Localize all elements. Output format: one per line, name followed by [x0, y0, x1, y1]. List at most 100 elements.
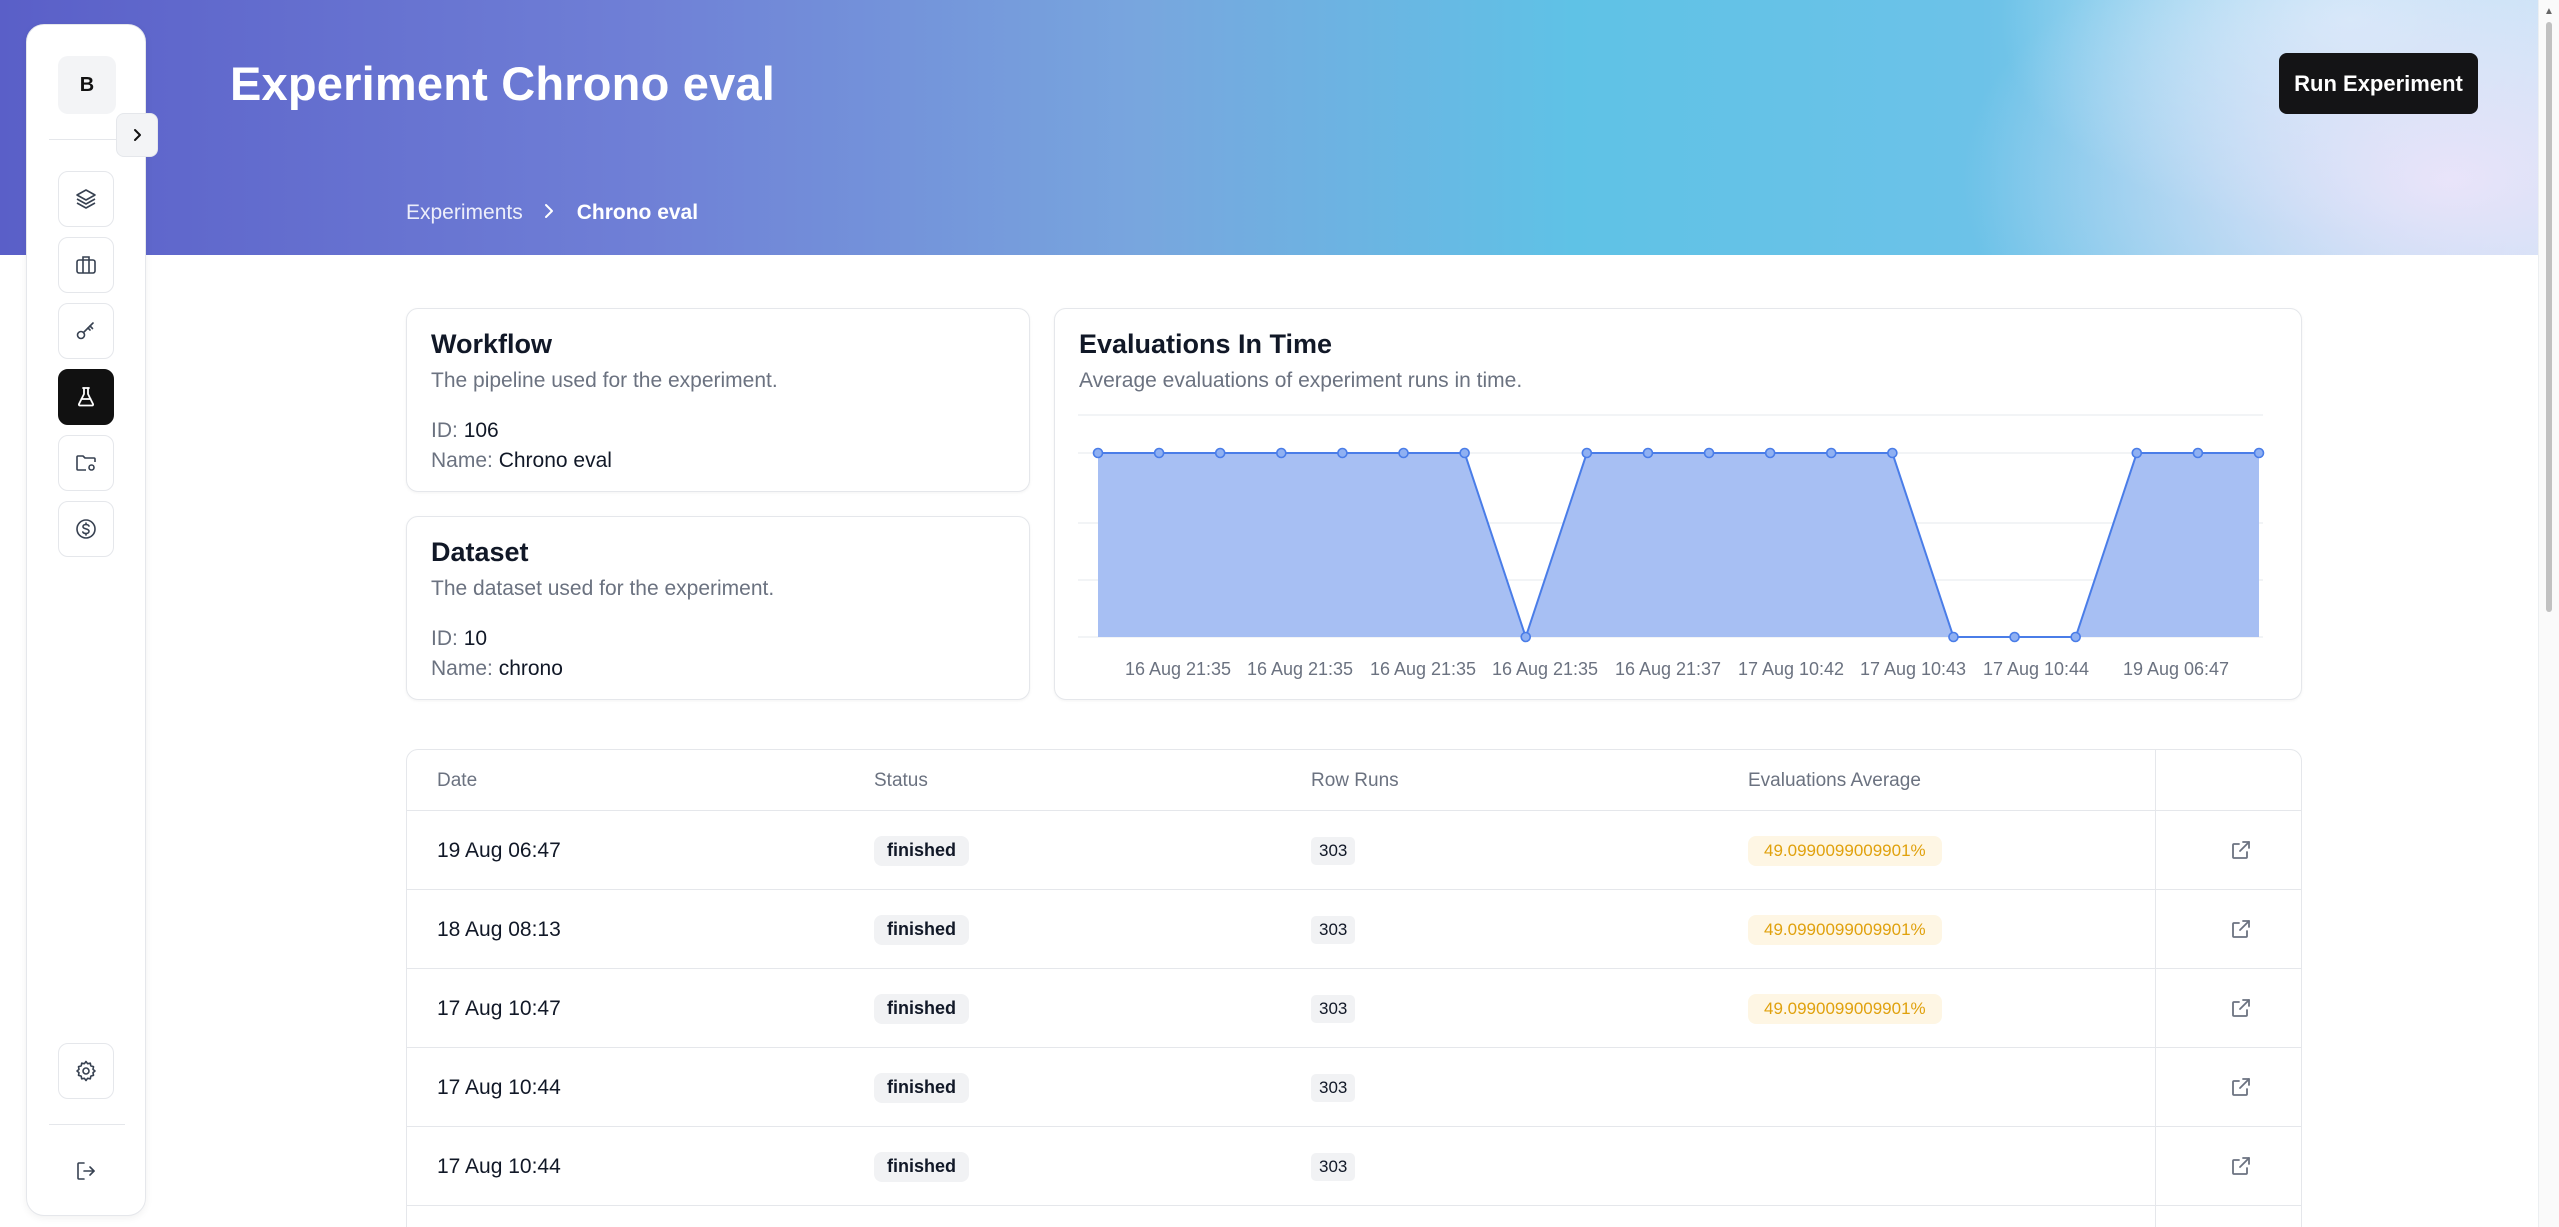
row-date: 17 Aug 10:47 — [437, 996, 561, 1020]
runs-table: Date Status Row Runs Evaluations Average… — [406, 749, 2302, 1227]
chart-x-tick-label: 19 Aug 06:47 — [2123, 659, 2229, 679]
flask-icon — [77, 387, 95, 407]
chart-x-tick-label: 17 Aug 10:43 — [1860, 659, 1966, 679]
dataset-card: Dataset The dataset used for the experim… — [406, 516, 1030, 700]
workflow-title: Workflow — [431, 329, 552, 359]
chart-point — [2070, 631, 2081, 643]
sidebar-item-billing[interactable] — [58, 501, 114, 557]
sidebar-divider — [49, 1124, 125, 1125]
row-date: 17 Aug 10:44 — [437, 1075, 561, 1099]
logout-icon — [77, 1162, 95, 1180]
chart-point — [2192, 447, 2204, 459]
chart-x-tick-label: 16 Aug 21:35 — [1370, 659, 1476, 679]
chart-point — [1153, 447, 1165, 459]
key-icon — [76, 322, 94, 340]
dataset-id-value: 10 — [463, 627, 488, 650]
workflow-description: The pipeline used for the experiment. — [431, 369, 778, 392]
chart-point — [1642, 447, 1654, 459]
column-header-date: Date — [437, 770, 478, 791]
page-title: Experiment Chrono eval — [230, 57, 776, 110]
sidebar-item-layers[interactable] — [58, 171, 114, 227]
evaluations-chart: 16 Aug 21:35 16 Aug 21:35 16 Aug 21:35 16 A… — [1078, 414, 2265, 679]
row-date: 18 Aug 08:13 — [437, 917, 561, 941]
workflow-id-value: 106 — [463, 419, 499, 442]
status-badge: finished — [874, 914, 970, 945]
chart-point — [2131, 447, 2143, 459]
folder-settings-icon — [76, 455, 96, 471]
row-runs-badge: 303 — [1311, 836, 1356, 865]
gear-icon — [76, 1060, 96, 1082]
chart-point — [1825, 447, 1837, 459]
chart-x-tick-label: 16 Aug 21:35 — [1125, 659, 1231, 679]
evaluation-average-badge: 49.0990099009901% — [1748, 914, 1942, 945]
sidebar-item-briefcase[interactable] — [58, 237, 114, 293]
dollar-circle-icon — [76, 519, 96, 539]
table-row[interactable]: 17 Aug 10:44 finished 303 — [407, 1127, 2301, 1206]
chart-x-tick-label: 16 Aug 21:37 — [1615, 659, 1721, 679]
chart-point — [1459, 447, 1470, 459]
chart-point — [1887, 447, 1898, 459]
chart-x-tick-label: 17 Aug 10:42 — [1738, 659, 1844, 679]
sidebar-item-settings[interactable] — [58, 1043, 114, 1099]
chart-point — [1092, 447, 1104, 459]
chart-point — [1214, 447, 1226, 459]
chart-point — [2009, 631, 2020, 643]
evaluation-average-badge: 49.0990099009901% — [1748, 835, 1942, 866]
row-date: 17 Aug 10:44 — [437, 1154, 561, 1178]
workflow-id: ID: 106 — [431, 419, 499, 442]
sidebar: B — [26, 24, 146, 1216]
chart-point — [1703, 447, 1715, 459]
external-link-icon[interactable] — [2229, 917, 2253, 941]
breadcrumb-current: Chrono eval — [576, 201, 699, 224]
breadcrumb-experiments-link[interactable]: Experiments — [406, 201, 523, 225]
briefcase-icon — [76, 256, 96, 274]
workflow-name-value: Chrono eval — [498, 449, 612, 472]
chart-point — [1581, 447, 1593, 459]
table-row[interactable]: 17 Aug 10:44 finished 303 — [407, 1048, 2301, 1127]
sidebar-item-keys[interactable] — [58, 303, 114, 359]
workspace-avatar[interactable]: B — [58, 56, 116, 114]
scrollbar-thumb[interactable] — [2546, 22, 2552, 612]
sidebar-item-experiments[interactable] — [58, 369, 114, 425]
chart-point — [1337, 447, 1348, 459]
row-runs-badge: 303 — [1311, 1152, 1356, 1181]
scroll-up-arrow-icon[interactable]: ▲ — [2544, 6, 2554, 17]
evaluation-average-badge: 49.0990099009901% — [1748, 993, 1942, 1024]
status-badge: finished — [874, 1151, 970, 1182]
sidebar-divider — [49, 139, 125, 140]
sidebar-toggle-button[interactable] — [116, 113, 158, 157]
table-row[interactable]: 18 Aug 08:13 finished 303 49.0990099009901% — [407, 890, 2301, 969]
run-experiment-button[interactable]: Run Experiment — [2279, 53, 2478, 114]
dataset-title: Dataset — [431, 537, 529, 567]
external-link-icon[interactable] — [2229, 1075, 2253, 1099]
status-badge: finished — [874, 1072, 970, 1103]
sidebar-item-datasets[interactable] — [58, 435, 114, 491]
workflow-card: Workflow The pipeline used for the exper… — [406, 308, 1030, 492]
status-badge: finished — [874, 835, 970, 866]
chart-point — [1276, 447, 1287, 459]
chevron-right-icon — [543, 200, 555, 226]
dataset-description: The dataset used for the experiment. — [431, 577, 775, 600]
evaluations-card: Evaluations In Time Average evaluations … — [1054, 308, 2302, 700]
external-link-icon[interactable] — [2229, 838, 2253, 862]
layers-icon — [76, 189, 96, 209]
chevron-right-icon — [134, 129, 141, 141]
table-header: Date Status Row Runs Evaluations Average — [407, 750, 2301, 811]
column-header-row-runs: Row Runs — [1311, 770, 1399, 791]
logout-button[interactable] — [58, 1143, 114, 1199]
external-link-icon[interactable] — [2229, 996, 2253, 1020]
dataset-name-value: chrono — [498, 657, 563, 680]
chart-point — [1764, 447, 1776, 459]
column-header-evaluations-average: Evaluations Average — [1748, 770, 1921, 791]
external-link-icon[interactable] — [2229, 1154, 2253, 1178]
table-row[interactable]: 19 Aug 06:47 finished 303 49.0990099009901% — [407, 811, 2301, 890]
header-banner: Experiment Chrono eval Run Experiment Ex… — [0, 0, 2538, 255]
chart-point — [1398, 447, 1409, 459]
row-runs-badge: 303 — [1311, 994, 1356, 1023]
breadcrumb: Experiments Chrono eval — [406, 200, 698, 226]
chart-point — [1520, 631, 1532, 643]
table-row[interactable]: 17 Aug 10:47 finished 303 49.0990099009901% — [407, 969, 2301, 1048]
row-runs-badge: 303 — [1311, 1073, 1356, 1102]
chart-point — [1948, 631, 1959, 643]
chart-x-tick-label: 17 Aug 10:44 — [1983, 659, 2089, 679]
